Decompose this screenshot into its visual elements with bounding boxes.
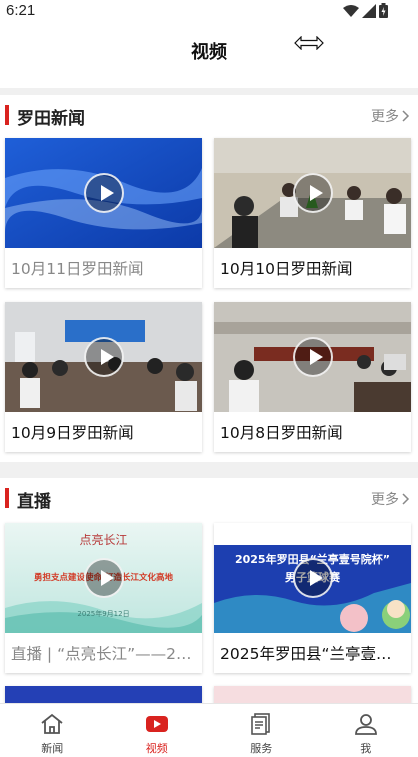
play-button-icon[interactable] [83,173,124,213]
play-button-icon[interactable] [292,337,333,377]
nav-item-video[interactable]: 视频 [105,704,210,757]
nav-label-me: 我 [360,742,372,755]
thumb-date: 2025年9月12日 [77,610,130,618]
nav-item-service[interactable]: 服务 [209,704,314,757]
nav-label-video: 视频 [145,742,168,755]
news-section-title: 罗田新闻 [17,109,85,129]
live-section-title: 直播 [17,492,51,512]
live-video-title: 2025年罗田县“兰亭壹号院杯” [220,645,411,663]
section-accent-bar [5,105,9,125]
news-video-card[interactable]: 10月11日罗田新闻 [5,138,202,288]
play-button-icon[interactable] [292,173,333,213]
video-thumbnail [5,138,202,248]
video-thumbnail: 2025年罗田县“兰亭壹号院杯” 男子篮球赛 [214,523,411,633]
live-section-header: 直播 更多 [0,478,418,518]
section-accent-bar [5,488,9,508]
status-bar: 6:21 [0,0,418,24]
chevron-right-icon [402,493,410,505]
page-title: 视频 [191,42,227,63]
service-icon [251,713,271,735]
video-thumbnail: 点亮长江 勇担支点建设使命 打造长江文化高地 2025年9月12日 [5,523,202,633]
chevron-right-icon [402,110,410,122]
live-more-link[interactable]: 更多 [371,489,410,509]
video-thumbnail [5,302,202,412]
live-video-title: 直播 | “点亮长江”——2025 [11,645,202,663]
news-video-title: 10月9日罗田新闻 [11,424,134,442]
status-icons [343,3,388,18]
live-section: 直播 更多 点亮长江 勇担支点建设使命 打造长江文化高地 2025年9月12日 [0,478,418,708]
wifi-icon [343,4,359,17]
video-play-icon [145,716,168,732]
news-video-card[interactable]: 10月10日罗田新闻 [214,138,411,288]
battery-icon [379,3,388,18]
live-video-card[interactable]: 2025年罗田县“兰亭壹号院杯” 男子篮球赛 2025年罗田县“兰亭壹号院杯” [214,523,411,673]
news-more-link[interactable]: 更多 [371,106,410,126]
nav-item-me[interactable]: 我 [314,704,418,757]
home-icon [41,713,63,734]
more-label: 更多 [371,109,399,125]
person-icon [354,714,377,735]
video-thumbnail [214,302,411,412]
signal-icon [362,3,376,18]
video-thumbnail [214,138,411,248]
play-button-icon[interactable] [83,337,124,377]
live-video-card[interactable]: 点亮长江 勇担支点建设使命 打造长江文化高地 2025年9月12日 直播 | “… [5,523,202,673]
nav-label-news: 新闻 [41,742,64,755]
news-video-card[interactable]: 10月9日罗田新闻 [5,302,202,452]
thumb-heading: 点亮长江 [79,533,128,547]
status-time: 6:21 [6,2,36,19]
news-video-title: 10月11日罗田新闻 [11,260,144,278]
resize-cursor-icon [294,36,324,50]
bottom-navigation: 新闻 视频 服务 我 [0,703,418,757]
play-button-icon[interactable] [292,558,333,598]
app-header: 视频 [0,24,418,88]
play-button-icon[interactable] [83,558,124,598]
more-label: 更多 [371,492,399,508]
news-video-card[interactable]: 10月8日罗田新闻 [214,302,411,452]
news-section: 罗田新闻 更多 10月11日罗田新闻 10月10日罗田新闻 10月9日罗田新闻 … [0,95,418,462]
nav-label-service: 服务 [250,742,273,755]
nav-item-news[interactable]: 新闻 [0,704,105,757]
news-video-title: 10月10日罗田新闻 [220,260,353,278]
news-video-title: 10月8日罗田新闻 [220,424,343,442]
app-screen: 6:21 视频 罗田新闻 更多 10月11日罗田新闻 10月10日罗田新闻 10… [0,0,418,757]
news-section-header: 罗田新闻 更多 [0,95,418,135]
